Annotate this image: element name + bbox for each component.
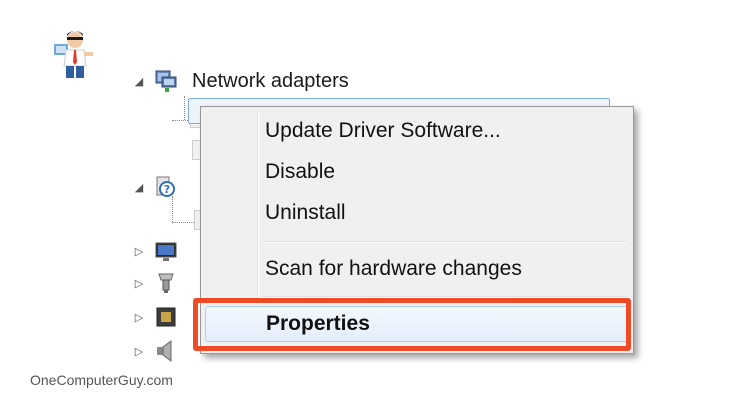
tree-node-mice[interactable]: ▷	[132, 268, 178, 298]
speaker-icon	[157, 340, 172, 362]
menu-item-label: Scan for hardware changes	[265, 257, 522, 280]
collapsed-arrow-icon[interactable]: ▷	[132, 310, 146, 324]
properties-highlight-box	[193, 298, 631, 351]
tree-connector	[172, 222, 194, 223]
menu-item-scan-for-hardware-changes[interactable]: Scan for hardware changes	[205, 251, 629, 287]
collapsed-arrow-icon[interactable]: ▷	[132, 244, 146, 258]
svg-text:?: ?	[164, 183, 170, 196]
menu-item-uninstall[interactable]: Uninstall	[205, 195, 629, 231]
expanded-arrow-icon[interactable]: ◢	[132, 74, 146, 88]
processor-chip-icon	[156, 307, 176, 327]
network-adapters-label: Network adapters	[192, 69, 349, 92]
mouse-icon	[158, 273, 174, 293]
expanded-arrow-icon[interactable]: ◢	[132, 180, 146, 194]
tree-node-processors[interactable]: ▷	[132, 302, 178, 332]
unknown-device-icon: ?	[156, 176, 175, 197]
tree-node-sound[interactable]: ▷	[132, 336, 178, 366]
menu-item-label: Update Driver Software...	[265, 119, 501, 142]
monitor-icon	[155, 242, 177, 261]
menu-item-label: Uninstall	[265, 201, 346, 224]
menu-item-disable[interactable]: Disable	[205, 154, 629, 190]
menu-item-update-driver-software[interactable]: Update Driver Software...	[205, 113, 629, 149]
tree-connector	[184, 96, 185, 120]
site-watermark: OneComputerGuy.com	[30, 372, 173, 388]
menu-item-label: Disable	[265, 160, 336, 183]
collapsed-arrow-icon[interactable]: ▷	[132, 344, 146, 358]
network-adapter-icon	[155, 70, 177, 92]
tree-node-monitors[interactable]: ▷	[132, 236, 178, 266]
tree-node-network-adapters[interactable]: ◢ Network adapters	[132, 66, 349, 96]
tree-node-other-devices[interactable]: ◢ ?	[132, 172, 178, 202]
menu-separator	[261, 241, 627, 243]
person-with-tie-logo	[54, 31, 93, 78]
collapsed-arrow-icon[interactable]: ▷	[132, 276, 146, 290]
